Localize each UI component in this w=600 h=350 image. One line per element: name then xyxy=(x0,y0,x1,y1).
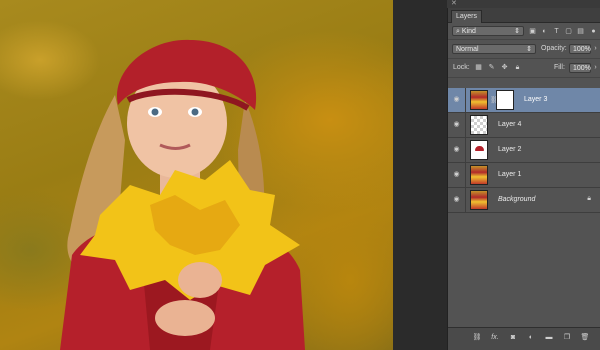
layer-name: Layer 4 xyxy=(498,121,522,128)
tab-layers[interactable]: Layers xyxy=(451,10,483,23)
lock-brush-icon[interactable]: ✎ xyxy=(487,63,496,72)
opacity-label: Opacity: xyxy=(541,45,567,52)
layer-row[interactable]: ◉ Layer 1 xyxy=(448,163,600,188)
layer-thumbnail xyxy=(470,140,488,160)
layers-bottom-toolbar: ⛓︎ fx. ◙ ◐ ▬ ❐ 🗑︎ xyxy=(448,327,600,350)
lock-icon: 🔒︎ xyxy=(587,195,591,202)
filter-kind-select[interactable]: ⌕ Kind ⇕ xyxy=(452,26,524,36)
layer-thumbnail xyxy=(470,190,488,210)
divider xyxy=(465,113,466,137)
layer-name: Layer 1 xyxy=(498,171,522,178)
lock-all-icon[interactable]: 🔒︎ xyxy=(513,63,522,72)
chevron-right-icon[interactable]: › xyxy=(591,63,600,72)
lock-row: Lock: ▦ ✎ ✥ 🔒︎ Fill: 100% › xyxy=(448,59,600,78)
blend-mode-select[interactable]: Normal ⇕ xyxy=(452,44,536,54)
chevron-right-icon[interactable]: › xyxy=(591,44,600,53)
lock-transparent-icon[interactable]: ▦ xyxy=(474,63,483,72)
search-icon: ⌕ xyxy=(456,28,460,35)
folder-icon[interactable]: ▬ xyxy=(544,333,554,343)
eye-icon[interactable]: ◉ xyxy=(452,196,461,204)
layer-row[interactable]: ◉ ⛓︎ Layer 3 xyxy=(448,88,600,113)
layer-thumbnail xyxy=(470,90,488,110)
layer-name: Layer 3 xyxy=(524,96,548,103)
layer-mask-thumbnail[interactable] xyxy=(496,90,514,110)
layer-row[interactable]: ◉ Layer 2 xyxy=(448,138,600,163)
lock-move-icon[interactable]: ✥ xyxy=(500,63,509,72)
divider xyxy=(465,188,466,212)
fx-icon[interactable]: fx. xyxy=(490,333,500,343)
filter-type-icon[interactable]: T xyxy=(552,27,561,36)
link-icon[interactable]: ⛓︎ xyxy=(472,333,482,343)
eye-icon[interactable]: ◉ xyxy=(452,121,461,129)
filter-shape-icon[interactable]: ▢ xyxy=(564,27,573,36)
fill-field[interactable]: 100% xyxy=(569,63,591,73)
layer-name: Background xyxy=(498,196,536,203)
eye-icon[interactable]: ◉ xyxy=(452,96,461,104)
filter-toggle-icon[interactable]: ● xyxy=(589,27,598,36)
layers-panel: Layers ⌕ Kind ⇕ ▣ ◐ T ▢ ▤ ● Normal ⇕ Opa… xyxy=(447,8,600,350)
eye-icon[interactable]: ◉ xyxy=(452,171,461,179)
divider xyxy=(465,88,466,112)
close-icon[interactable]: ✕ xyxy=(451,0,457,7)
blend-row: Normal ⇕ Opacity: 100% › xyxy=(448,40,600,59)
eye-icon[interactable]: ◉ xyxy=(452,146,461,154)
lock-label: Lock: xyxy=(453,64,470,71)
document-canvas[interactable] xyxy=(0,0,393,350)
layer-row[interactable]: ◉ Background 🔒︎ xyxy=(448,188,600,213)
chevron-down-icon: ⇕ xyxy=(526,46,532,53)
opacity-field[interactable]: 100% xyxy=(569,44,591,54)
layer-thumbnail xyxy=(470,115,488,135)
layers-tabbar: Layers xyxy=(448,8,600,23)
blend-mode-value: Normal xyxy=(456,46,479,53)
layer-thumbnail xyxy=(470,165,488,185)
layer-name: Layer 2 xyxy=(498,146,522,153)
canvas-photo xyxy=(60,39,305,350)
trash-icon[interactable]: 🗑︎ xyxy=(580,333,590,343)
mask-icon[interactable]: ◙ xyxy=(508,333,518,343)
divider xyxy=(465,138,466,162)
layer-row[interactable]: ◉ Layer 4 xyxy=(448,113,600,138)
filter-smartobject-icon[interactable]: ▤ xyxy=(576,27,585,36)
workspace-gap xyxy=(393,0,446,350)
filter-adjustment-icon[interactable]: ◐ xyxy=(540,27,549,36)
adjustment-icon[interactable]: ◐ xyxy=(526,333,536,343)
filter-row: ⌕ Kind ⇕ ▣ ◐ T ▢ ▤ ● xyxy=(448,23,600,40)
panel-top-strip: ✕ xyxy=(447,0,600,8)
filter-pixel-icon[interactable]: ▣ xyxy=(528,27,537,36)
new-layer-icon[interactable]: ❐ xyxy=(562,333,572,343)
filter-kind-value: Kind xyxy=(461,28,476,35)
divider xyxy=(465,163,466,187)
fill-label: Fill: xyxy=(554,64,565,71)
chevron-down-icon: ⇕ xyxy=(514,28,520,35)
layer-list: ◉ ⛓︎ Layer 3 ◉ Layer 4 ◉ Layer 2 ◉ Layer… xyxy=(448,88,600,213)
